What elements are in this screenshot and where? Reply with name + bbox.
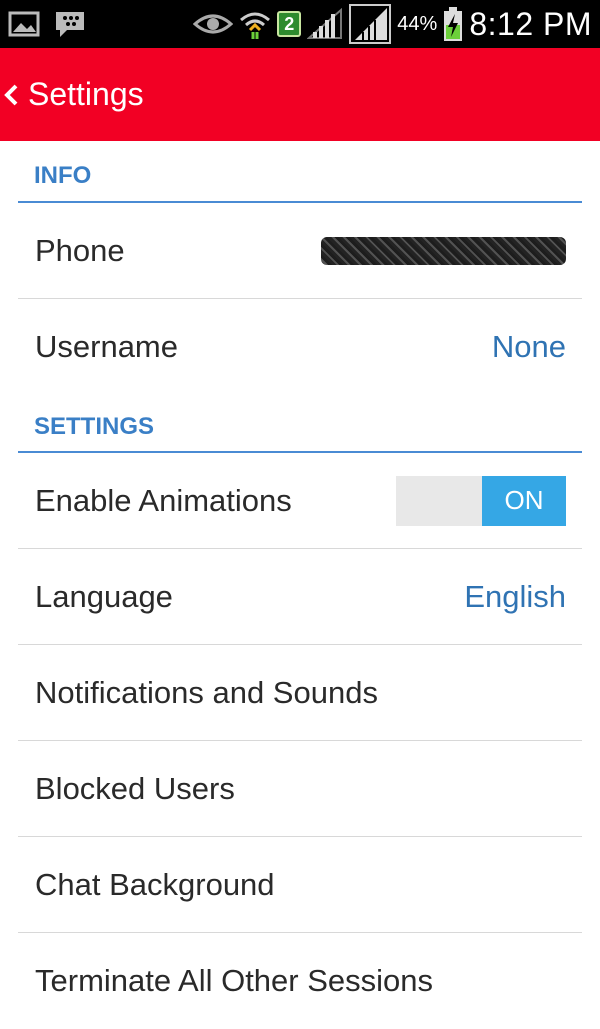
username-label: Username (35, 329, 178, 364)
wifi-icon (240, 12, 271, 39)
terminate-sessions-label: Terminate All Other Sessions (35, 963, 434, 998)
back-chevron-icon[interactable] (2, 80, 22, 110)
signal-icon (307, 8, 343, 39)
phone-row[interactable]: Phone (18, 203, 582, 299)
terminate-sessions-row[interactable]: Terminate All Other Sessions (18, 933, 582, 1029)
section-header-info: INFO (18, 141, 582, 203)
image-icon (6, 8, 42, 40)
phone-value-redacted (321, 236, 566, 265)
clock: 8:12 PM (469, 5, 592, 42)
blocked-users-row[interactable]: Blocked Users (18, 741, 582, 837)
username-row[interactable]: Username None (18, 299, 582, 395)
enable-animations-toggle[interactable]: ON (396, 475, 566, 526)
status-bar: 2 44% 8:12 PM (0, 0, 600, 48)
app-bar: Settings (0, 48, 600, 141)
language-value: English (464, 578, 566, 614)
network-badge: 2 (277, 11, 302, 37)
page-title[interactable]: Settings (28, 76, 144, 113)
enable-animations-label: Enable Animations (35, 482, 292, 518)
language-row[interactable]: Language English (18, 549, 582, 645)
settings-list: INFO Phone Username None SETTINGS Enable… (0, 141, 600, 1029)
enable-animations-row: Enable Animations ON (18, 453, 582, 549)
section-header-settings: SETTINGS (18, 395, 582, 453)
bbm-icon (52, 8, 88, 40)
notifications-label: Notifications and Sounds (35, 674, 378, 710)
signal-icon (349, 4, 392, 44)
language-label: Language (35, 578, 173, 614)
toggle-on-label: ON (482, 475, 566, 526)
battery-charging-icon (444, 7, 463, 41)
username-value: None (491, 329, 566, 364)
phone-label: Phone (35, 232, 125, 268)
eye-icon (193, 14, 234, 34)
chat-background-row[interactable]: Chat Background (18, 837, 582, 933)
blocked-users-label: Blocked Users (35, 770, 235, 806)
notifications-row[interactable]: Notifications and Sounds (18, 645, 582, 741)
battery-percent: 44% (397, 12, 438, 35)
chat-background-label: Chat Background (35, 866, 275, 902)
